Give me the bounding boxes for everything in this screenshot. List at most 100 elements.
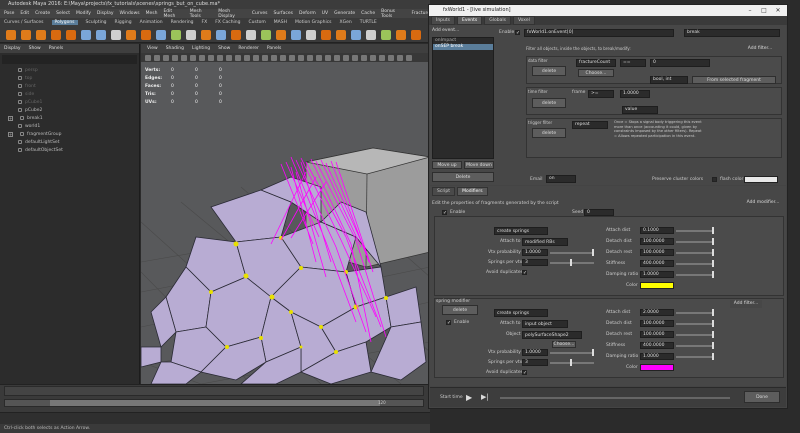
attach-dist-field[interactable]: 2.0000 [640,309,674,316]
viewport-tool-icon[interactable] [397,54,403,61]
attach-to-field[interactable]: input object [522,320,568,328]
time-filter-value[interactable]: 1.0000 [620,90,650,98]
detach-dist-knob[interactable] [712,320,714,327]
outliner-item[interactable]: front [0,82,139,90]
viewport-tool-icon[interactable] [262,54,268,61]
viewport-menu-item[interactable]: Shading [166,46,184,51]
preserve-colors-checkbox[interactable] [712,177,717,182]
menu-item[interactable]: Surfaces [274,11,294,16]
viewport-tool-icon[interactable] [379,54,385,61]
add-modifier-button[interactable]: Add modifier... [744,199,782,207]
viewport-tool-icon[interactable] [181,54,187,61]
range-slider-handle[interactable] [50,400,380,406]
damping-ratio-slider[interactable] [676,274,714,276]
data-filter-choose-button[interactable]: Choose... [578,69,614,77]
object-choose-button[interactable]: Choose... [552,341,576,348]
outliner-item[interactable]: + fragmentGroup [0,130,139,138]
shelf-tool-icon[interactable] [66,29,76,40]
shelf-tool-icon[interactable] [306,29,316,40]
add-event-button[interactable]: Add event... [432,27,468,35]
shelf-tool-icon[interactable] [156,29,166,40]
fx-tab-inputs[interactable]: Inputs [431,16,455,25]
viewport-menu-item[interactable]: View [147,46,158,51]
avoid-duplicates-checkbox[interactable]: ✓ [522,270,527,276]
detach-rest-field[interactable]: 100.0000 [640,249,674,256]
viewport-tool-icon[interactable] [271,54,277,61]
outliner-menu-item[interactable]: Show [29,46,41,51]
shelf-tool-icon[interactable] [111,29,121,40]
attach-dist-field[interactable]: 0.1000 [640,227,674,234]
play-icon[interactable]: ▶ [466,393,472,402]
viewport-tool-icon[interactable] [343,54,349,61]
menu-item[interactable]: Mesh [146,11,158,16]
modifier-action-field[interactable]: create springs [494,309,548,317]
stiffness-field[interactable]: 400.0000 [640,260,674,267]
damping-ratio-knob[interactable] [712,353,714,360]
detach-dist-field[interactable]: 100.0000 [640,320,674,327]
viewport-tool-icon[interactable] [334,54,340,61]
vtx-probability-knob[interactable] [592,349,594,356]
viewport-tool-icon[interactable] [253,54,259,61]
shelf-tool-icon[interactable] [231,29,241,40]
menu-item[interactable]: Bonus Tools [381,9,405,19]
detach-dist-field[interactable]: 100.0000 [640,238,674,245]
shelf-tool-icon[interactable] [81,29,91,40]
data-filter-delete-button[interactable]: delete [532,66,566,76]
trigger-filter-delete-button[interactable]: delete [532,128,566,138]
viewport-menu-item[interactable]: Panels [267,46,281,51]
event-name-field[interactable]: fxWorld1.onEvent[0] [524,29,674,37]
shelf-tool-icon[interactable] [291,29,301,40]
time-filter-op[interactable]: >= [588,90,614,98]
outliner-item[interactable]: + break1 [0,114,139,122]
data-filter-field[interactable]: fractureCount [576,59,616,67]
color-swatch[interactable] [640,282,674,289]
shelf-tool-icon[interactable] [216,29,226,40]
viewport-tool-icon[interactable] [235,54,241,61]
springs-per-vtx-knob[interactable] [570,259,572,266]
time-filter-delete-button[interactable]: delete [532,98,566,108]
damping-ratio-field[interactable]: 1.0000 [640,271,674,278]
shelf-tab[interactable]: TURTLE [360,20,377,25]
viewport-tool-icon[interactable] [172,54,178,61]
viewport-tool-icon[interactable] [298,54,304,61]
shelf-tool-icon[interactable] [276,29,286,40]
attach-dist-slider[interactable] [676,230,714,232]
viewport-menu-item[interactable]: Renderer [238,46,259,51]
add-filter-button[interactable]: Add filter... [740,45,780,53]
detach-rest-knob[interactable] [712,331,714,338]
avoid-duplicates-checkbox[interactable]: ✓ [522,370,527,376]
vtx-probability-field[interactable]: 1.0000 [522,349,548,356]
add-filter-modifier-button[interactable]: Add filter... [730,300,762,308]
outliner-item[interactable]: top [0,74,139,82]
shelf-tool-icon[interactable] [51,29,61,40]
viewport-tool-icon[interactable] [226,54,232,61]
shelf-tool-icon[interactable] [21,29,31,40]
delete-event-button[interactable]: Delete [432,172,494,182]
attach-dist-slider[interactable] [676,312,714,314]
minimize-icon[interactable]: – [743,5,757,16]
data-filter-op[interactable]: == [620,59,646,67]
detach-dist-slider[interactable] [676,241,714,243]
flash-color-swatch[interactable] [744,176,778,183]
stiffness-knob[interactable] [712,342,714,349]
expand-icon[interactable]: + [8,131,13,137]
shelf-tab[interactable]: MASH [274,20,287,25]
shelf-tool-icon[interactable] [126,29,136,40]
shelf-tab[interactable]: Polygons [51,20,78,25]
viewport-tool-icon[interactable] [307,54,313,61]
attach-to-field[interactable]: modified RBs [522,238,568,246]
shelf-tab[interactable]: XGen [340,20,352,25]
viewport-tool-icon[interactable] [145,54,151,61]
step-forward-icon[interactable]: ▶| [481,393,489,401]
maximize-icon[interactable]: □ [757,5,771,16]
shelf-tool-icon[interactable] [6,29,16,40]
shelf-tab[interactable]: Rendering [171,20,194,25]
trigger-filter-mode[interactable]: repeat [572,121,608,129]
close-icon[interactable]: ✕ [771,5,785,16]
outliner-menu-item[interactable]: Display [4,46,21,51]
springs-per-vtx-field[interactable]: 3 [522,259,548,266]
color-swatch[interactable] [640,364,674,371]
shelf-tool-icon[interactable] [171,29,181,40]
viewport-tool-icon[interactable] [361,54,367,61]
viewport-tool-icon[interactable] [325,54,331,61]
